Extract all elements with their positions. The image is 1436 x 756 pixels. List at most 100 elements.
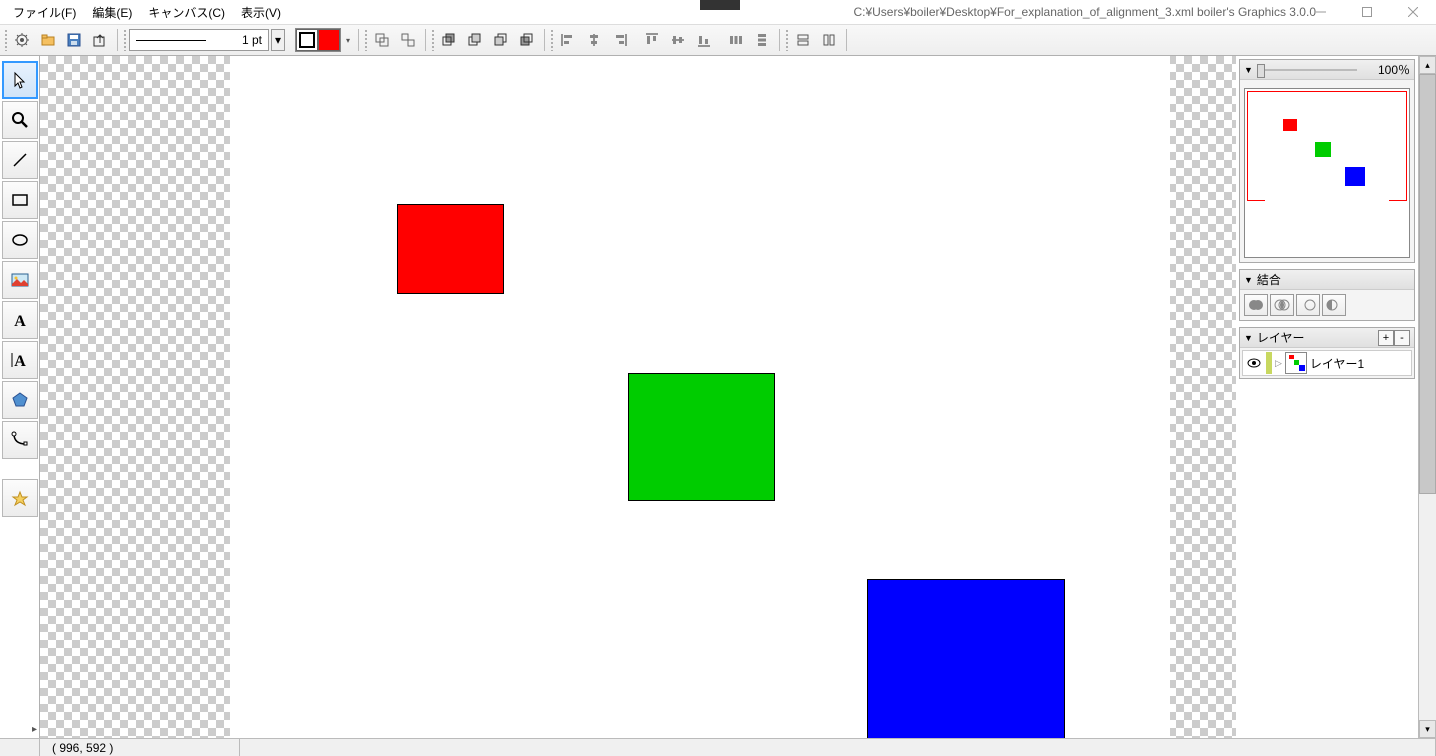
canvas-paper[interactable] xyxy=(230,56,1170,738)
title-bar: ファイル(F) 編集(E) キャンバス(C) 表示(V) C:¥Users¥bo… xyxy=(0,0,1436,24)
snap-tool[interactable] xyxy=(2,479,38,517)
same-width-button[interactable] xyxy=(791,28,815,52)
add-layer-button[interactable]: + xyxy=(1378,330,1394,346)
bring-front-button[interactable] xyxy=(437,28,461,52)
canvas-area[interactable] xyxy=(40,56,1236,738)
exclude-button[interactable] xyxy=(1322,294,1346,316)
layer-name[interactable]: レイヤー1 xyxy=(1310,355,1364,372)
zoom-slider[interactable] xyxy=(1257,62,1357,78)
shape-blue-rect[interactable] xyxy=(867,579,1065,738)
color-dropdown[interactable]: ▾ xyxy=(343,29,353,51)
rectangle-tool[interactable] xyxy=(2,181,38,219)
ungroup-button[interactable] xyxy=(396,28,420,52)
menu-edit[interactable]: 編集(E) xyxy=(84,0,140,25)
stroke-width-selector[interactable]: 1 pt xyxy=(129,29,269,51)
combine-panel-header[interactable]: ▼ 結合 xyxy=(1240,270,1414,290)
status-cell-main xyxy=(240,739,1436,756)
menu-file[interactable]: ファイル(F) xyxy=(5,0,84,25)
toolbar-separator xyxy=(425,29,426,51)
stroke-width-dropdown[interactable]: ▾ xyxy=(271,29,285,51)
collapse-icon: ▼ xyxy=(1244,65,1253,75)
navigator-panel-header[interactable]: ▼ 100％ xyxy=(1240,60,1414,80)
zoom-tool[interactable] xyxy=(2,101,38,139)
distribute-v-button[interactable] xyxy=(750,28,774,52)
align-top-button[interactable] xyxy=(640,28,664,52)
close-button[interactable] xyxy=(1390,0,1436,24)
layer-row[interactable]: ▷ レイヤー1 xyxy=(1242,350,1412,376)
stroke-width-label: 1 pt xyxy=(242,33,262,47)
align-middle-v-button[interactable] xyxy=(666,28,690,52)
align-left-button[interactable] xyxy=(556,28,580,52)
toolbar-grip[interactable] xyxy=(785,29,789,51)
window-controls xyxy=(1298,0,1436,24)
align-center-h-button[interactable] xyxy=(582,28,606,52)
toolbar-grip[interactable] xyxy=(550,29,554,51)
stroke-color-swatch[interactable] xyxy=(296,29,318,51)
folder-button[interactable] xyxy=(36,28,60,52)
same-height-button[interactable] xyxy=(817,28,841,52)
fill-color-swatch[interactable] xyxy=(318,29,340,51)
layer-visibility-icon[interactable] xyxy=(1245,354,1263,372)
zoom-slider-thumb[interactable] xyxy=(1257,64,1265,78)
toolbar-grip[interactable] xyxy=(4,29,8,51)
remove-layer-button[interactable]: - xyxy=(1394,330,1410,346)
layer-expand-icon[interactable]: ▷ xyxy=(1275,358,1282,369)
svg-text:A: A xyxy=(14,353,26,370)
scroll-thumb[interactable] xyxy=(1419,74,1436,494)
gear-button[interactable] xyxy=(10,28,34,52)
polygon-tool[interactable] xyxy=(2,381,38,419)
nav-preview-red xyxy=(1283,119,1297,131)
align-bottom-button[interactable] xyxy=(692,28,716,52)
group-button[interactable] xyxy=(370,28,394,52)
menu-canvas[interactable]: キャンバス(C) xyxy=(140,0,233,25)
line-tool[interactable] xyxy=(2,141,38,179)
minimize-button[interactable] xyxy=(1298,0,1344,24)
status-cell-empty xyxy=(0,739,40,756)
collapse-icon: ▼ xyxy=(1244,275,1253,285)
intersect-button[interactable] xyxy=(1270,294,1294,316)
select-tool[interactable] xyxy=(2,61,38,99)
text-tool[interactable]: A xyxy=(2,301,38,339)
pen-tool[interactable] xyxy=(2,421,38,459)
distribute-h-button[interactable] xyxy=(724,28,748,52)
subtract-button[interactable] xyxy=(1296,294,1320,316)
toolbar-separator xyxy=(779,29,780,51)
color-swatches xyxy=(295,28,341,52)
navigator-body xyxy=(1240,80,1414,262)
navigator-preview[interactable] xyxy=(1244,88,1410,258)
union-button[interactable] xyxy=(1244,294,1268,316)
stroke-preview-line xyxy=(136,40,206,41)
ellipse-tool[interactable] xyxy=(2,221,38,259)
toolbar-separator xyxy=(117,29,118,51)
send-back-button[interactable] xyxy=(515,28,539,52)
align-right-button[interactable] xyxy=(608,28,632,52)
save-button[interactable] xyxy=(62,28,86,52)
toolbar-separator xyxy=(544,29,545,51)
vertical-scrollbar[interactable]: ▴ ▾ xyxy=(1418,56,1436,738)
scroll-down-button[interactable]: ▾ xyxy=(1419,720,1436,738)
scroll-up-button[interactable]: ▴ xyxy=(1419,56,1436,74)
navigator-panel: ▼ 100％ xyxy=(1239,59,1415,263)
zoom-level-label: 100％ xyxy=(1378,61,1410,78)
shape-green-rect[interactable] xyxy=(628,373,775,501)
combine-panel: ▼ 結合 xyxy=(1239,269,1415,321)
toolbar-grip[interactable] xyxy=(123,29,127,51)
combine-panel-title: 結合 xyxy=(1257,271,1281,288)
toolbar-grip[interactable] xyxy=(431,29,435,51)
main-area: A A ▸ ▼ xyxy=(0,56,1436,738)
menu-view[interactable]: 表示(V) xyxy=(233,0,289,25)
image-tool[interactable] xyxy=(2,261,38,299)
export-button[interactable] xyxy=(88,28,112,52)
bring-forward-button[interactable] xyxy=(463,28,487,52)
scroll-track[interactable] xyxy=(1419,74,1436,720)
layers-panel-header[interactable]: ▼ レイヤー + - xyxy=(1240,328,1414,348)
text-vertical-tool[interactable]: A xyxy=(2,341,38,379)
layers-panel-title: レイヤー xyxy=(1257,329,1305,346)
send-backward-button[interactable] xyxy=(489,28,513,52)
shape-red-rect[interactable] xyxy=(397,204,504,294)
collapse-icon: ▼ xyxy=(1244,333,1253,343)
toolbar-grip[interactable] xyxy=(364,29,368,51)
menu-bar: ファイル(F) 編集(E) キャンバス(C) 表示(V) xyxy=(0,0,289,24)
maximize-button[interactable] xyxy=(1344,0,1390,24)
toolbox-expand-icon[interactable]: ▸ xyxy=(0,724,39,738)
